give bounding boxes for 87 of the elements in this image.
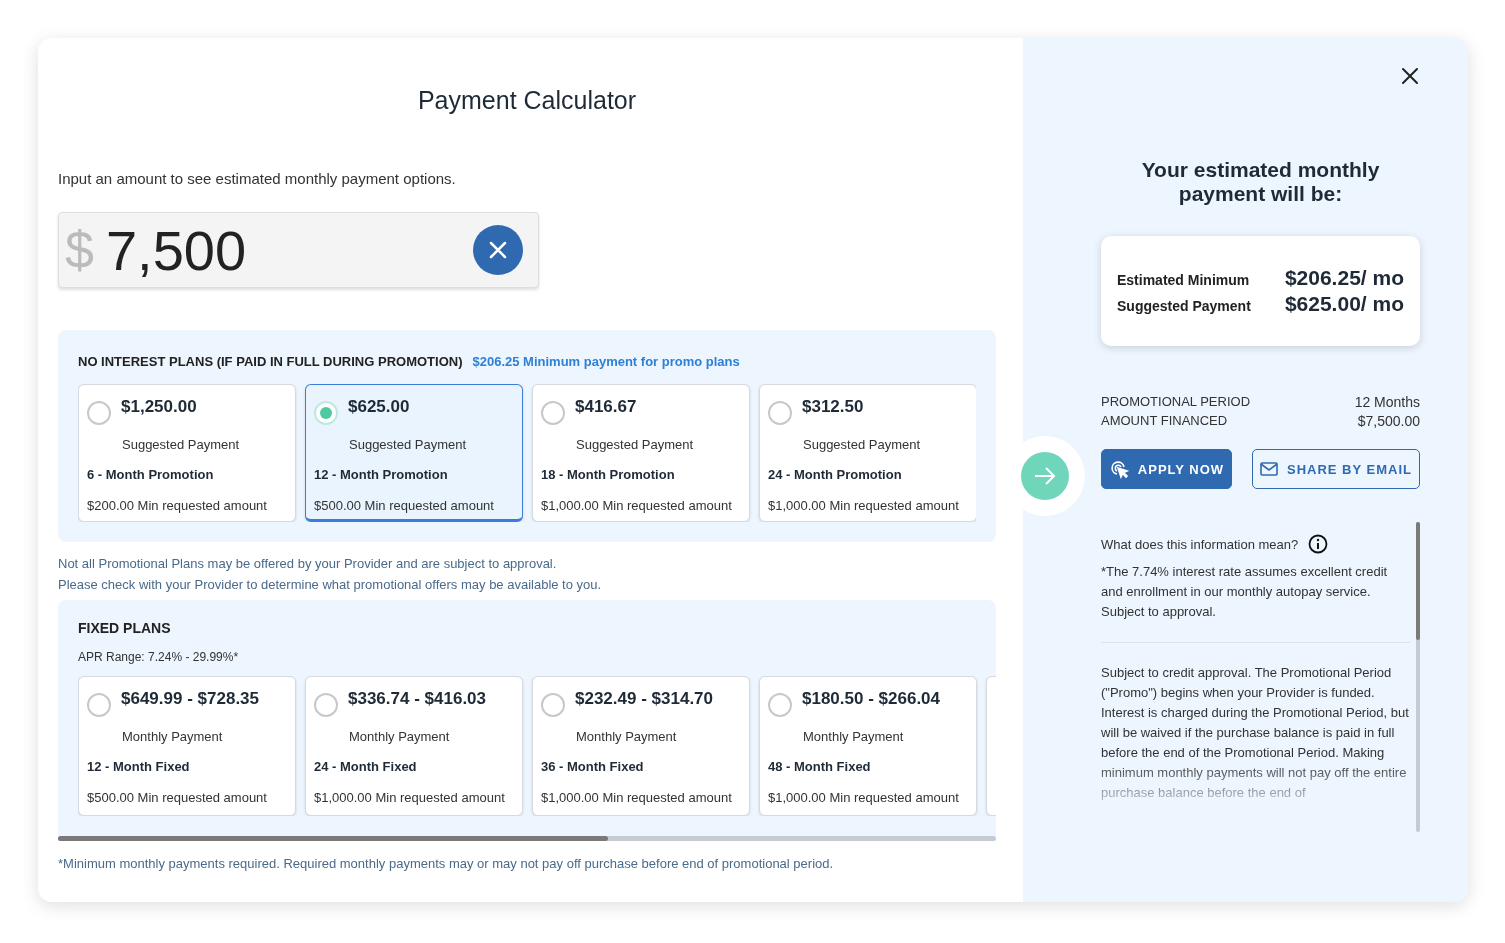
radio-button[interactable] [314,401,338,425]
payment-amount: $180.50 - $266.04 [802,689,940,709]
scrollbar-track[interactable] [1416,522,1420,833]
intro-text: Input an amount to see estimated monthly payment options. [58,170,457,187]
plan-term: 12 - Month Promotion [314,467,449,482]
minimum-amount: $200.00 Min requested amount [87,498,268,513]
payment-amount: $336.74 - $416.03 [348,689,486,709]
section-heading: FIXED PLANS [78,620,171,636]
apply-button[interactable]: APPLY NOW [1101,449,1232,490]
promo-note: $206.25 Minimum payment for promo plans [472,354,740,369]
summary-label: Suggested Payment [1117,298,1251,315]
detail-label: PROMOTIONAL PERIOD [1101,394,1251,411]
plan-card[interactable]: $625.00 Suggested Payment 12 - Month Promotion $500.00 Min requested amount [305,384,523,522]
minimum-amount: $1,000.00 Min requested amount [768,498,960,513]
close-icon [489,241,507,259]
plan-term: 48 - Month Fixed [768,759,872,774]
payment-label: Monthly Payment [576,729,678,744]
minimum-amount: $1,000.00 Min requested amount [541,498,733,513]
share-button[interactable]: SHARE BY EMAIL [1252,449,1420,490]
payment-amount: $312.50 [802,397,864,417]
payment-amount: $1,250.00 [121,397,197,417]
disclaimer-text: Please check with your Provider to determine what promotional offers may be available to you. [58,577,603,592]
minimum-amount: $500.00 Min requested amount [314,498,495,513]
info-note: *The 7.74% interest rate assumes excellent credit and enrollment in our monthly autopay service. Subject to approval. [1101,562,1410,644]
summary-value: $206.25/ mo [1284,266,1404,291]
plan-term: 18 - Month Promotion [541,467,676,482]
radio-button[interactable] [541,693,565,717]
close-icon [1400,66,1420,86]
minimum-amount: $1,000.00 Min requested amount [541,790,733,805]
footnote-text: *Minimum monthly payments required. Required monthly payments may or may not pay off purchase before end of promotional period. [58,856,835,871]
payment-amount: $416.67 [575,397,637,417]
payment-label: Suggested Payment [122,437,241,452]
plan-card[interactable]: $232.49 - $314.70 Monthly Payment 36 - Month Fixed $1,000.00 Min requested amount [532,676,750,816]
info-icon[interactable] [1308,534,1329,555]
plan-card[interactable]: $649.99 - $728.35 Monthly Payment 12 - Month Fixed $500.00 Min requested amount [78,676,296,816]
plan-term: 36 - Month Fixed [541,759,645,774]
arrow-right-icon [1033,466,1057,486]
plan-term: 12 - Month Fixed [87,759,191,774]
plan-card[interactable]: $416.67 Suggested Payment 18 - Month Promotion $1,000.00 Min requested amount [532,384,750,522]
currency-symbol: $ [65,220,94,280]
payment-amount: $649.99 - $728.35 [121,689,259,709]
disclaimer-text: Not all Promotional Plans may be offered by your Provider and are subject to approval. [58,556,558,571]
radio-button[interactable] [87,401,111,425]
radio-button[interactable] [314,693,338,717]
amount-value: 7,500 [105,217,248,283]
summary-label: Estimated Minimum [1117,272,1250,289]
plan-term: 24 - Month Promotion [768,467,903,482]
radio-button[interactable] [768,401,792,425]
payment-amount: $232.49 - $314.70 [575,689,713,709]
mail-icon [1260,462,1278,477]
plan-card[interactable]: $180.50 - $266.04 Monthly Payment 48 - Month Fixed $1,000.00 Min requested amount [759,676,977,816]
payment-label: Monthly Payment [122,729,224,744]
summary-heading: Your estimated monthly payment will be: [1140,158,1381,207]
payment-label: Suggested Payment [349,437,468,452]
amount-field[interactable]: $ 7,500 [58,212,539,288]
scrollbar-track[interactable] [58,836,996,841]
payment-label: Suggested Payment [576,437,695,452]
payment-label: Suggested Payment [803,437,922,452]
plan-card[interactable]: $312.50 Suggested Payment 24 - Month Promotion $1,000.00 Min requested amount [759,384,976,522]
close-button[interactable] [1400,66,1420,86]
plan-card[interactable]: $1,250.00 Suggested Payment 6 - Month Promotion $200.00 Min requested amount [78,384,296,522]
radio-button[interactable] [541,401,565,425]
scrollbar-thumb[interactable] [1416,522,1420,641]
radio-button[interactable] [87,693,111,717]
info-question: What does this information mean? [1101,536,1299,552]
scrollbar-thumb[interactable] [58,836,608,841]
clear-button[interactable] [473,225,523,275]
payment-amount: $625.00 [348,397,410,417]
minimum-amount: $1,000.00 Min requested amount [768,790,960,805]
cursor-click-icon [1108,459,1129,480]
minimum-amount: $1,000.00 Min requested amount [314,790,506,805]
detail-value: $7,500.00 [1357,413,1420,430]
terms-paragraph: Subject to credit approval. The Promotional Period ("Promo") begins when your Provider is funded. Interest is charged during the Promotional Period, but will be waived if the purchase balance is paid in full before the end of the Promotional Period. Making minimum monthly payments will not pay off the entire purchase balance before the end of [1101,664,1410,803]
apr-range: APR Range: 7.24% - 29.99%* [78,650,240,664]
plan-term: 6 - Month Promotion [87,467,215,482]
payment-label: Monthly Payment [349,729,451,744]
detail-value: 12 Months [1354,394,1420,411]
plan-card[interactable]: $336.74 - $416.03 Monthly Payment 24 - Month Fixed $1,000.00 Min requested amount [305,676,523,816]
detail-label: AMOUNT FINANCED [1101,413,1228,430]
radio-button[interactable] [768,693,792,717]
summary-value: $625.00/ mo [1284,292,1404,317]
dialog-title: Payment Calculator [416,86,638,115]
payment-label: Monthly Payment [803,729,905,744]
next-button[interactable] [1021,452,1069,500]
minimum-amount: $500.00 Min requested amount [87,790,268,805]
section-heading: NO INTEREST PLANS (IF PAID IN FULL DURING PROMOTION) [78,354,463,369]
plan-term: 24 - Month Fixed [314,759,418,774]
